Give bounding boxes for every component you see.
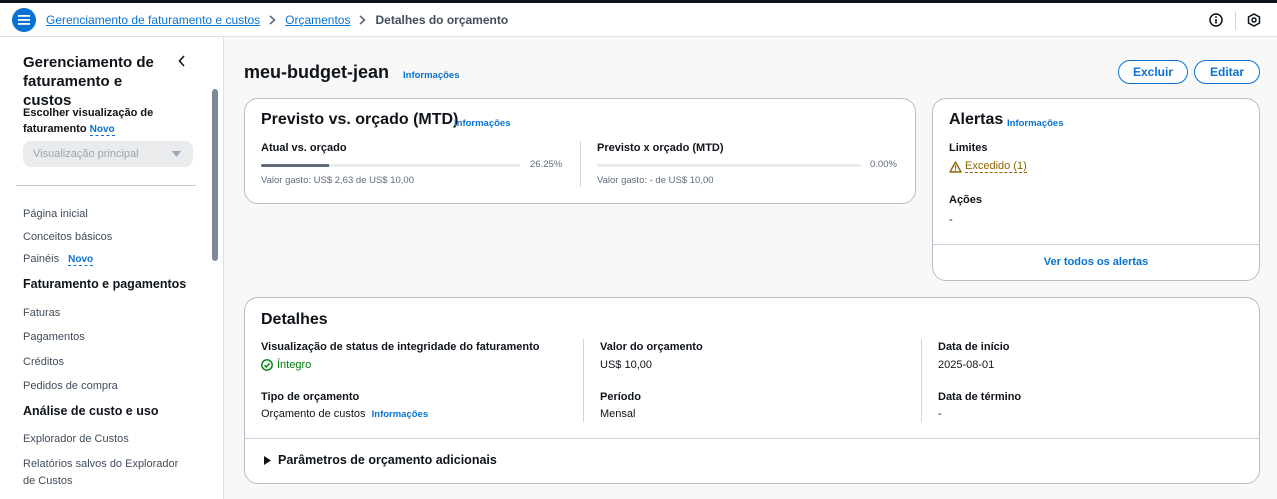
billing-view-select-value: Visualização principal bbox=[33, 148, 139, 160]
period-label: Período bbox=[600, 391, 641, 403]
alerts-card-title: Alertas bbox=[949, 111, 1004, 128]
chevron-right-icon bbox=[269, 15, 276, 25]
actions-value: - bbox=[949, 214, 953, 226]
budget-amount-label: Valor do orçamento bbox=[600, 341, 703, 353]
check-circle-icon bbox=[261, 359, 273, 371]
billing-health-label: Visualização de status de integridade do… bbox=[261, 341, 540, 353]
breadcrumb-billing-link[interactable]: Gerenciamento de faturamento e custos bbox=[46, 13, 260, 27]
billing-health-status: Íntegro bbox=[261, 359, 311, 371]
caret-right-icon bbox=[264, 455, 271, 465]
actual-progress-fill bbox=[261, 164, 329, 167]
actions-label: Ações bbox=[949, 194, 983, 206]
budget-amount-value: US$ 10,00 bbox=[600, 359, 652, 371]
actual-percent: 26.25% bbox=[530, 159, 563, 170]
breadcrumb: Gerenciamento de faturamento e custos Or… bbox=[46, 13, 508, 27]
sidebar-item-getting-started[interactable]: Conceitos básicos bbox=[23, 229, 112, 246]
additional-params-expander[interactable]: Parâmetros de orçamento adicionais bbox=[264, 453, 497, 467]
forecast-column-divider bbox=[580, 141, 581, 187]
sidebar-item-cost-explorer[interactable]: Explorador de Custos bbox=[23, 431, 129, 448]
sidebar-scrollbar[interactable] bbox=[212, 89, 218, 261]
budget-type-value-row: Orçamento de custos Informações bbox=[261, 408, 428, 420]
view-all-alerts-link[interactable]: Ver todos os alertas bbox=[933, 256, 1259, 268]
new-badge: Novo bbox=[89, 124, 115, 136]
toolbar-divider bbox=[1235, 12, 1236, 30]
alerts-card: Alertas Informações Limites Excedido (1)… bbox=[932, 98, 1260, 281]
delete-button[interactable]: Excluir bbox=[1118, 60, 1188, 84]
sidebar-section-cost-analysis: Análise de custo e uso bbox=[23, 404, 159, 418]
end-date-value: - bbox=[938, 408, 942, 420]
alerts-info-link[interactable]: Informações bbox=[1007, 118, 1064, 129]
info-circle-icon[interactable] bbox=[1208, 12, 1224, 28]
alerts-footer-divider bbox=[933, 244, 1259, 245]
forecast-card-title: Previsto vs. orçado (MTD) bbox=[261, 111, 459, 128]
details-expander-divider bbox=[245, 438, 1259, 439]
page-title: meu-budget-jean bbox=[244, 62, 390, 82]
exceeded-status-text: Excedido (1) bbox=[965, 160, 1027, 173]
details-card: Detalhes Visualização de status de integ… bbox=[244, 297, 1260, 484]
actual-progress-bar bbox=[261, 164, 520, 167]
exceeded-status-link[interactable]: Excedido (1) bbox=[949, 160, 1027, 173]
sidebar-item-purchase-orders[interactable]: Pedidos de compra bbox=[23, 378, 118, 395]
sidebar-item-credits[interactable]: Créditos bbox=[23, 354, 64, 371]
side-navigation: Gerenciamento de faturamento e custos Es… bbox=[0, 37, 224, 499]
billing-view-label: Escolher visualização de faturamento Nov… bbox=[23, 105, 193, 138]
settings-hexagon-icon[interactable] bbox=[1246, 12, 1262, 28]
chevron-right-icon bbox=[359, 15, 367, 25]
actual-spent-text: Valor gasto: US$ 2,63 de US$ 10,00 bbox=[261, 175, 414, 186]
predicted-spent-text: Valor gasto: - de US$ 10,00 bbox=[597, 175, 714, 186]
forecast-vs-budget-card: Previsto vs. orçado (MTD) Informações At… bbox=[244, 98, 916, 204]
sidebar-item-home[interactable]: Página inicial bbox=[23, 206, 88, 223]
chevron-left-icon bbox=[178, 55, 185, 67]
forecast-info-link[interactable]: Informações bbox=[454, 118, 511, 129]
predicted-vs-budget-label: Previsto x orçado (MTD) bbox=[597, 142, 724, 154]
predicted-percent: 0.00% bbox=[870, 159, 897, 170]
edit-button[interactable]: Editar bbox=[1194, 60, 1260, 84]
additional-params-label: Parâmetros de orçamento adicionais bbox=[278, 453, 497, 467]
new-badge: Novo bbox=[68, 254, 94, 266]
start-date-value: 2025-08-01 bbox=[938, 359, 995, 371]
details-column-divider-2 bbox=[921, 339, 922, 422]
sidebar-title: Gerenciamento de faturamento e custos bbox=[23, 54, 154, 109]
menu-button[interactable] bbox=[12, 8, 36, 32]
sidebar-item-invoices[interactable]: Faturas bbox=[23, 305, 60, 322]
caret-down-icon bbox=[172, 151, 181, 157]
budget-type-value: Orçamento de custos bbox=[261, 408, 366, 420]
budget-type-label: Tipo de orçamento bbox=[261, 391, 360, 403]
sidebar-item-payments[interactable]: Pagamentos bbox=[23, 329, 85, 346]
start-date-label: Data de início bbox=[938, 341, 1010, 353]
sidebar-item-dashboards[interactable]: Painéis Novo bbox=[23, 251, 94, 268]
breadcrumb-budgets-link[interactable]: Orçamentos bbox=[285, 13, 350, 27]
collapse-sidebar-button[interactable] bbox=[178, 54, 186, 72]
warning-icon bbox=[949, 160, 962, 173]
billing-view-label-text: Escolher visualização de faturamento bbox=[23, 107, 154, 135]
sidebar-item-label: Painéis bbox=[23, 253, 60, 265]
details-column-divider-1 bbox=[583, 339, 584, 422]
sidebar-item-saved-reports[interactable]: Relatórios salvos do Explorador de Custo… bbox=[23, 456, 193, 490]
billing-view-select[interactable]: Visualização principal bbox=[23, 141, 193, 167]
sidebar-divider bbox=[16, 185, 196, 186]
page-info-link[interactable]: Informações bbox=[403, 70, 460, 81]
hamburger-menu-icon bbox=[18, 15, 30, 25]
sidebar-section-billing: Faturamento e pagamentos bbox=[23, 277, 187, 291]
actual-vs-budget-label: Atual vs. orçado bbox=[261, 142, 347, 154]
details-card-title: Detalhes bbox=[261, 311, 328, 328]
top-navigation-bar: Gerenciamento de faturamento e custos Or… bbox=[0, 0, 1277, 37]
period-value: Mensal bbox=[600, 408, 636, 420]
breadcrumb-current: Detalhes do orçamento bbox=[375, 13, 509, 27]
billing-health-value: Íntegro bbox=[277, 359, 312, 371]
limits-label: Limites bbox=[949, 142, 988, 154]
end-date-label: Data de término bbox=[938, 391, 1022, 403]
budget-type-info-link[interactable]: Informações bbox=[372, 409, 429, 420]
predicted-progress-bar bbox=[597, 164, 861, 167]
